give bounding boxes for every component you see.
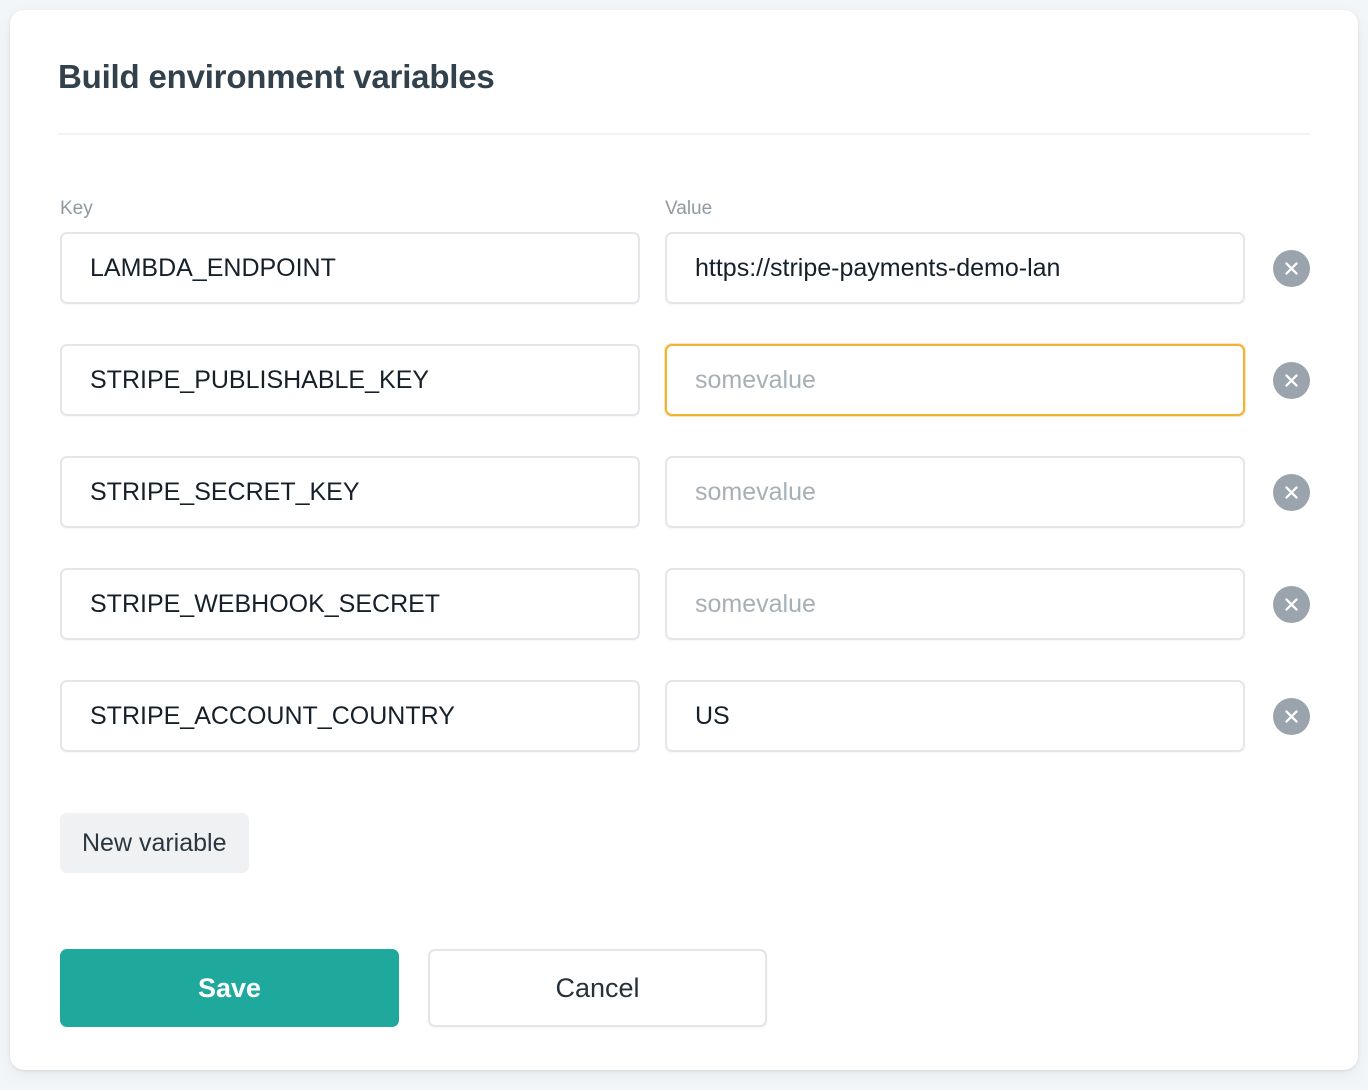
variable-value-input[interactable] xyxy=(665,456,1245,528)
column-header-value: Value xyxy=(665,198,712,220)
close-icon xyxy=(1283,372,1300,389)
variable-key-input[interactable] xyxy=(60,568,640,640)
page-title: Build environment variables xyxy=(58,58,495,96)
delete-variable-button[interactable] xyxy=(1273,250,1310,287)
delete-variable-button[interactable] xyxy=(1273,474,1310,511)
column-header-key: Key xyxy=(60,198,93,220)
variables-list xyxy=(10,232,1358,792)
variable-row xyxy=(10,456,1358,568)
delete-variable-button[interactable] xyxy=(1273,362,1310,399)
build-environment-variables-card: Build environment variables Key Value Ne… xyxy=(10,10,1358,1070)
delete-variable-button[interactable] xyxy=(1273,698,1310,735)
variable-row xyxy=(10,680,1358,792)
close-icon xyxy=(1283,596,1300,613)
variable-key-input[interactable] xyxy=(60,680,640,752)
close-icon xyxy=(1283,260,1300,277)
variable-key-input[interactable] xyxy=(60,456,640,528)
variable-row xyxy=(10,568,1358,680)
variable-value-input[interactable] xyxy=(665,344,1245,416)
close-icon xyxy=(1283,708,1300,725)
variable-row xyxy=(10,232,1358,344)
new-variable-button[interactable]: New variable xyxy=(60,813,249,873)
title-divider xyxy=(58,133,1310,135)
variable-value-input[interactable] xyxy=(665,568,1245,640)
cancel-button[interactable]: Cancel xyxy=(428,949,767,1027)
save-button[interactable]: Save xyxy=(60,949,399,1027)
variable-row xyxy=(10,344,1358,456)
variable-value-input[interactable] xyxy=(665,680,1245,752)
delete-variable-button[interactable] xyxy=(1273,586,1310,623)
variable-key-input[interactable] xyxy=(60,232,640,304)
close-icon xyxy=(1283,484,1300,501)
variable-value-input[interactable] xyxy=(665,232,1245,304)
variable-key-input[interactable] xyxy=(60,344,640,416)
